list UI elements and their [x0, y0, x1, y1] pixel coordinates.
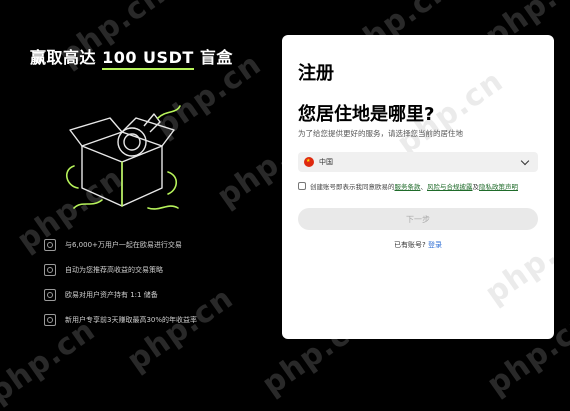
login-prompt: 已有账号? 登录	[394, 241, 442, 249]
china-flag-icon	[304, 157, 314, 167]
risk-disclosure-link[interactable]: 风险与合规披露	[427, 181, 473, 191]
residence-question: 您居住地是哪里?	[298, 104, 435, 125]
terms-agreement: 创建账号即表示我同意欧易的 服务条款 、 风险与合规披露 及 隐私政策声明	[298, 181, 518, 191]
terms-link[interactable]: 服务条款	[395, 181, 421, 191]
register-card: php.cn php.cn 注册 您居住地是哪里? 为了给您提供更好的服务，请选…	[282, 35, 554, 339]
promo-headline: 赢取高达 100 USDT 盲盒	[30, 44, 270, 70]
country-select[interactable]: 中国	[298, 152, 538, 172]
chart-icon	[44, 263, 56, 276]
residence-subtitle: 为了给您提供更好的服务，请选择您当前的居住地	[298, 129, 463, 138]
next-button[interactable]: 下一步	[298, 208, 538, 230]
feature-item: 自动为您推荐高收益的交易策略	[44, 257, 197, 282]
feature-list: 与6,000+万用户一起在欧易进行交易 自动为您推荐高收益的交易策略 欧易对用户…	[44, 232, 197, 332]
privacy-policy-link[interactable]: 隐私政策声明	[479, 181, 518, 191]
register-title: 注册	[298, 63, 334, 84]
terms-checkbox[interactable]	[298, 182, 306, 190]
promo-highlight: 100 USDT	[102, 48, 194, 70]
promo-panel: 赢取高达 100 USDT 盲盒	[30, 44, 270, 70]
shield-icon	[44, 288, 56, 301]
chevron-down-icon	[520, 156, 530, 165]
percent-icon	[44, 313, 56, 326]
users-icon	[44, 238, 56, 251]
feature-item: 新用户专享前3天赚取最高30%的年收益率	[44, 307, 197, 332]
feature-item: 与6,000+万用户一起在欧易进行交易	[44, 232, 197, 257]
mystery-box-illustration	[66, 105, 181, 210]
feature-item: 欧易对用户资产持有 1:1 储备	[44, 282, 197, 307]
login-link[interactable]: 登录	[428, 241, 442, 249]
country-value: 中国	[319, 158, 333, 166]
